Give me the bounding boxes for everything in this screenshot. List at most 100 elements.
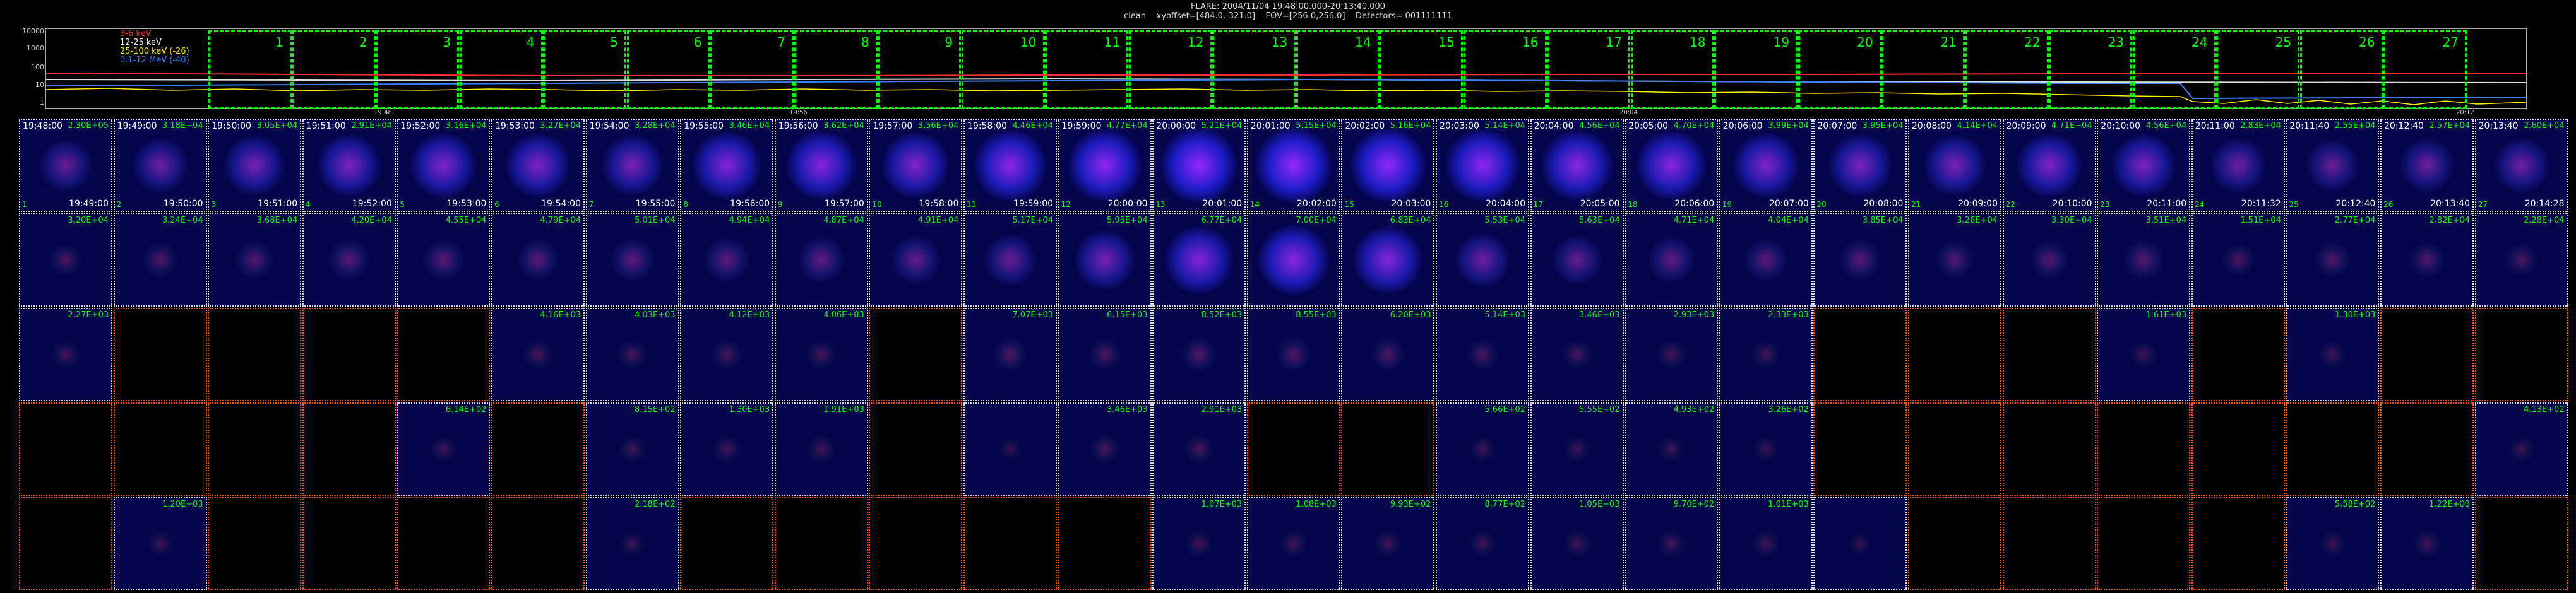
image-panel[interactable]: 2.60E+04 20:13:40 20:14:28 27	[2474, 119, 2568, 212]
image-panel[interactable]	[1908, 402, 2001, 496]
image-panel[interactable]: 3.20E+04	[19, 213, 112, 307]
image-panel[interactable]	[208, 497, 302, 590]
image-panel[interactable]	[2191, 402, 2285, 496]
image-panel[interactable]: 4.06E+03	[774, 308, 868, 401]
interval-box[interactable]: 16	[1463, 30, 1547, 109]
interval-box[interactable]: 18	[1630, 30, 1714, 109]
image-panel[interactable]: 4.79E+04	[491, 213, 585, 307]
image-panel[interactable]: 1.22E+03	[2380, 497, 2474, 590]
image-panel[interactable]: 5.95E+04	[1058, 213, 1152, 307]
image-panel[interactable]: 1.07E+03	[1152, 497, 1246, 590]
image-panel[interactable]	[2191, 497, 2285, 590]
image-panel[interactable]: 2.83E+04 20:11:00 20:11:32 24	[2191, 119, 2285, 212]
image-panel[interactable]: 4.12E+03	[680, 308, 774, 401]
image-panel[interactable]: 2.28E+04	[2474, 213, 2568, 307]
image-panel[interactable]: 4.14E+04 20:08:00 20:09:00 21	[1908, 119, 2001, 212]
image-panel[interactable]	[1813, 402, 1907, 496]
image-panel[interactable]	[113, 308, 207, 401]
interval-box[interactable]: 25	[2216, 30, 2299, 109]
image-panel[interactable]	[869, 497, 963, 590]
image-panel[interactable]: 1.30E+03	[680, 402, 774, 496]
image-panel[interactable]	[2097, 402, 2191, 496]
image-panel[interactable]	[2380, 308, 2474, 401]
image-panel[interactable]: 6.83E+04	[1341, 213, 1435, 307]
image-panel[interactable]: 1.20E+03	[113, 497, 207, 590]
image-panel[interactable]	[302, 497, 396, 590]
image-panel[interactable]: 3.68E+04	[208, 213, 302, 307]
image-panel[interactable]: 5.53E+04	[1436, 213, 1529, 307]
interval-box[interactable]: 9	[878, 30, 961, 109]
image-panel[interactable]: 3.28E+04 19:54:00 19:55:00 7	[585, 119, 679, 212]
image-panel[interactable]: 3.46E+04 19:55:00 19:56:00 8	[680, 119, 774, 212]
interval-box[interactable]: 13	[1212, 30, 1296, 109]
interval-box[interactable]: 3	[376, 30, 459, 109]
image-panel[interactable]: 3.46E+03	[1530, 308, 1624, 401]
image-panel[interactable]: 6.20E+03	[1341, 308, 1435, 401]
image-panel[interactable]: 8.52E+03	[1152, 308, 1246, 401]
image-panel[interactable]: 6.77E+04	[1152, 213, 1246, 307]
image-panel[interactable]: 2.27E+03	[19, 308, 112, 401]
image-panel[interactable]: 8.77E+02	[1436, 497, 1529, 590]
image-panel[interactable]: 1.51E+04	[2191, 213, 2285, 307]
image-panel[interactable]	[2380, 402, 2474, 496]
image-panel[interactable]	[1246, 402, 1340, 496]
image-panel[interactable]	[963, 497, 1057, 590]
image-panel[interactable]: 6.14E+02	[397, 402, 491, 496]
image-panel[interactable]	[869, 402, 963, 496]
image-panel[interactable]	[397, 308, 491, 401]
image-panel[interactable]	[774, 497, 868, 590]
interval-box[interactable]: 26	[2299, 30, 2383, 109]
image-panel[interactable]	[491, 497, 585, 590]
image-panel[interactable]: 1.05E+03	[1530, 497, 1624, 590]
image-panel[interactable]: 4.46E+04 19:58:00 19:59:00 11	[963, 119, 1057, 212]
image-panel[interactable]: 5.17E+04	[963, 213, 1057, 307]
image-panel[interactable]: 2.91E+03	[1152, 402, 1246, 496]
image-panel[interactable]	[397, 497, 491, 590]
image-panel[interactable]: 2.77E+04	[2286, 213, 2380, 307]
image-panel[interactable]: 1.01E+03	[1719, 497, 1813, 590]
image-panel[interactable]: 2.82E+04	[2380, 213, 2474, 307]
image-panel[interactable]: 8.15E+02	[585, 402, 679, 496]
image-panel[interactable]: 5.58E+02	[2286, 497, 2380, 590]
image-panel[interactable]: 5.55E+02	[1530, 402, 1624, 496]
image-panel[interactable]	[2286, 402, 2380, 496]
interval-box[interactable]: 14	[1296, 30, 1380, 109]
image-panel[interactable]	[113, 402, 207, 496]
image-panel[interactable]: 3.26E+04	[1908, 213, 2001, 307]
image-panel[interactable]	[1058, 497, 1152, 590]
image-panel[interactable]	[208, 402, 302, 496]
image-panel[interactable]	[2474, 497, 2568, 590]
image-panel[interactable]: 1.61E+03	[2097, 308, 2191, 401]
interval-box[interactable]: 24	[2132, 30, 2216, 109]
image-panel[interactable]: 2.55E+04 20:11:40 20:12:40 25	[2286, 119, 2380, 212]
image-panel[interactable]: 4.70E+04 20:05:00 20:06:00 18	[1625, 119, 1719, 212]
interval-box[interactable]: 8	[794, 30, 878, 109]
image-panel[interactable]	[208, 308, 302, 401]
image-panel[interactable]: 1.08E+03	[1246, 497, 1340, 590]
interval-box[interactable]: 7	[710, 30, 794, 109]
image-panel[interactable]: 2.30E+05 19:48:00 19:49:00 1	[19, 119, 112, 212]
image-panel[interactable]	[869, 308, 963, 401]
image-panel[interactable]: 3.56E+04 19:57:00 19:58:00 10	[869, 119, 963, 212]
image-panel[interactable]	[2191, 308, 2285, 401]
image-panel[interactable]	[19, 402, 112, 496]
image-panel[interactable]: 5.63E+04	[1530, 213, 1624, 307]
image-panel[interactable]: 3.26E+02	[1719, 402, 1813, 496]
image-panel[interactable]: 4.71E+04	[1625, 213, 1719, 307]
image-panel[interactable]: 3.95E+04 20:07:00 20:08:00 20	[1813, 119, 1907, 212]
image-panel[interactable]	[2474, 308, 2568, 401]
image-panel[interactable]: 3.85E+04	[1813, 213, 1907, 307]
image-panel[interactable]: 7.07E+03	[963, 308, 1057, 401]
image-panel[interactable]: 8.55E+03	[1246, 308, 1340, 401]
image-panel[interactable]	[1813, 497, 1907, 590]
image-panel[interactable]: 4.94E+04	[680, 213, 774, 307]
image-panel[interactable]: 5.01E+04	[585, 213, 679, 307]
image-panel[interactable]: 3.16E+04 19:52:00 19:53:00 5	[397, 119, 491, 212]
interval-box[interactable]: 10	[961, 30, 1045, 109]
image-panel[interactable]	[19, 497, 112, 590]
image-panel[interactable]: 1.91E+03	[774, 402, 868, 496]
image-panel[interactable]: 5.66E+02	[1436, 402, 1529, 496]
interval-box[interactable]: 1	[208, 30, 292, 109]
image-panel[interactable]	[963, 402, 1057, 496]
image-panel[interactable]	[2002, 308, 2096, 401]
